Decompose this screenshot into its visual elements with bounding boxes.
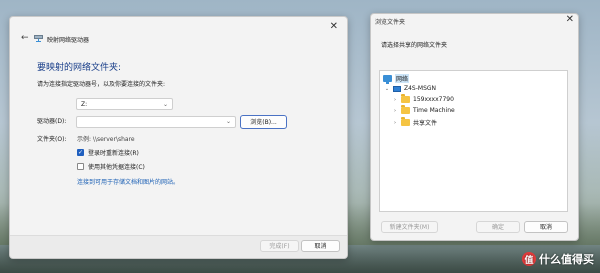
back-arrow-icon[interactable]: ← (21, 33, 29, 43)
drive-value: Z: (81, 101, 88, 108)
watermark: 值 什么值得买 (522, 251, 594, 267)
reconnect-checkbox[interactable]: ✓ (77, 149, 84, 156)
close-icon[interactable]: ✕ (330, 21, 338, 32)
folder-icon (401, 105, 410, 114)
tree-node-label: Time Machine (413, 107, 455, 114)
close-icon[interactable]: ✕ (566, 14, 574, 25)
tree-node-folder[interactable]: › 159xxxx7790 (392, 94, 454, 103)
browse-folder-dialog: 浏览文件夹 ✕ 请选择共享的网络文件夹 网络 ⌄ Z4S-MSGN › 159x… (370, 13, 579, 241)
chevron-right-icon[interactable]: › (392, 97, 398, 103)
cancel-button[interactable]: 取消 (301, 240, 340, 252)
chevron-down-icon: ⌄ (225, 118, 231, 125)
cancel-button[interactable]: 取消 (524, 221, 568, 233)
tree-node-computer[interactable]: ⌄ Z4S-MSGN (384, 85, 436, 92)
network-drive-icon (34, 34, 43, 42)
reconnect-label: 登录时重新连接(R) (88, 150, 139, 157)
browse-button[interactable]: 浏览(B)... (240, 115, 287, 129)
drive-select[interactable]: Z: ⌄ (76, 98, 173, 110)
instruction-text: 请为连接指定驱动器号，以及你要连接的文件夹: (37, 81, 166, 88)
other-credentials-checkbox[interactable] (77, 163, 84, 170)
website-link[interactable]: 连接到可用于存储文档和图片的网站。 (77, 177, 179, 186)
folder-tree[interactable]: 网络 ⌄ Z4S-MSGN › 159xxxx7790 › Time Machi… (379, 70, 568, 212)
other-credentials-label: 使用其他凭据连接(C) (88, 164, 145, 171)
tree-node-label: 网络 (395, 74, 410, 83)
chevron-down-icon: ⌄ (162, 101, 168, 108)
folder-input[interactable]: ⌄ (76, 116, 236, 128)
new-folder-button[interactable]: 新建文件夹(M) (381, 221, 438, 233)
other-credentials-checkbox-row[interactable]: 使用其他凭据连接(C) (77, 162, 145, 171)
instruction-text: 请选择共享的网络文件夹 (381, 42, 448, 49)
ok-button[interactable]: 确定 (476, 221, 520, 233)
finish-button[interactable]: 完成(F) (260, 240, 299, 252)
computer-icon (393, 85, 401, 92)
tree-node-label: 共享文件 (413, 120, 438, 127)
watermark-logo: 值 (522, 252, 536, 266)
chevron-right-icon[interactable]: › (392, 120, 398, 126)
network-icon (383, 75, 392, 84)
chevron-right-icon[interactable]: › (392, 108, 398, 114)
folder-icon (401, 117, 410, 126)
drive-label: 驱动器(D): (37, 118, 67, 125)
folder-label: 文件夹(O): (37, 136, 67, 143)
folder-icon (401, 94, 410, 103)
page-heading: 要映射的网络文件夹: (37, 63, 122, 73)
tree-node-folder[interactable]: › 共享文件 (392, 117, 438, 127)
tree-node-label: 159xxxx7790 (413, 96, 454, 103)
example-text: 示例: \\server\share (77, 136, 135, 143)
chevron-down-icon[interactable]: ⌄ (384, 86, 390, 92)
dialog-title: 浏览文件夹 (375, 19, 406, 26)
tree-node-label: Z4S-MSGN (404, 85, 437, 92)
map-network-drive-dialog: ✕ ← 映射网络驱动器 要映射的网络文件夹: 请为连接指定驱动器号，以及你要连接… (9, 16, 348, 259)
reconnect-checkbox-row[interactable]: ✓ 登录时重新连接(R) (77, 148, 139, 157)
dialog-title: 映射网络驱动器 (47, 37, 90, 44)
watermark-text: 什么值得买 (539, 253, 594, 266)
tree-node-folder[interactable]: › Time Machine (392, 105, 455, 114)
tree-node-network[interactable]: 网络 (383, 74, 410, 84)
